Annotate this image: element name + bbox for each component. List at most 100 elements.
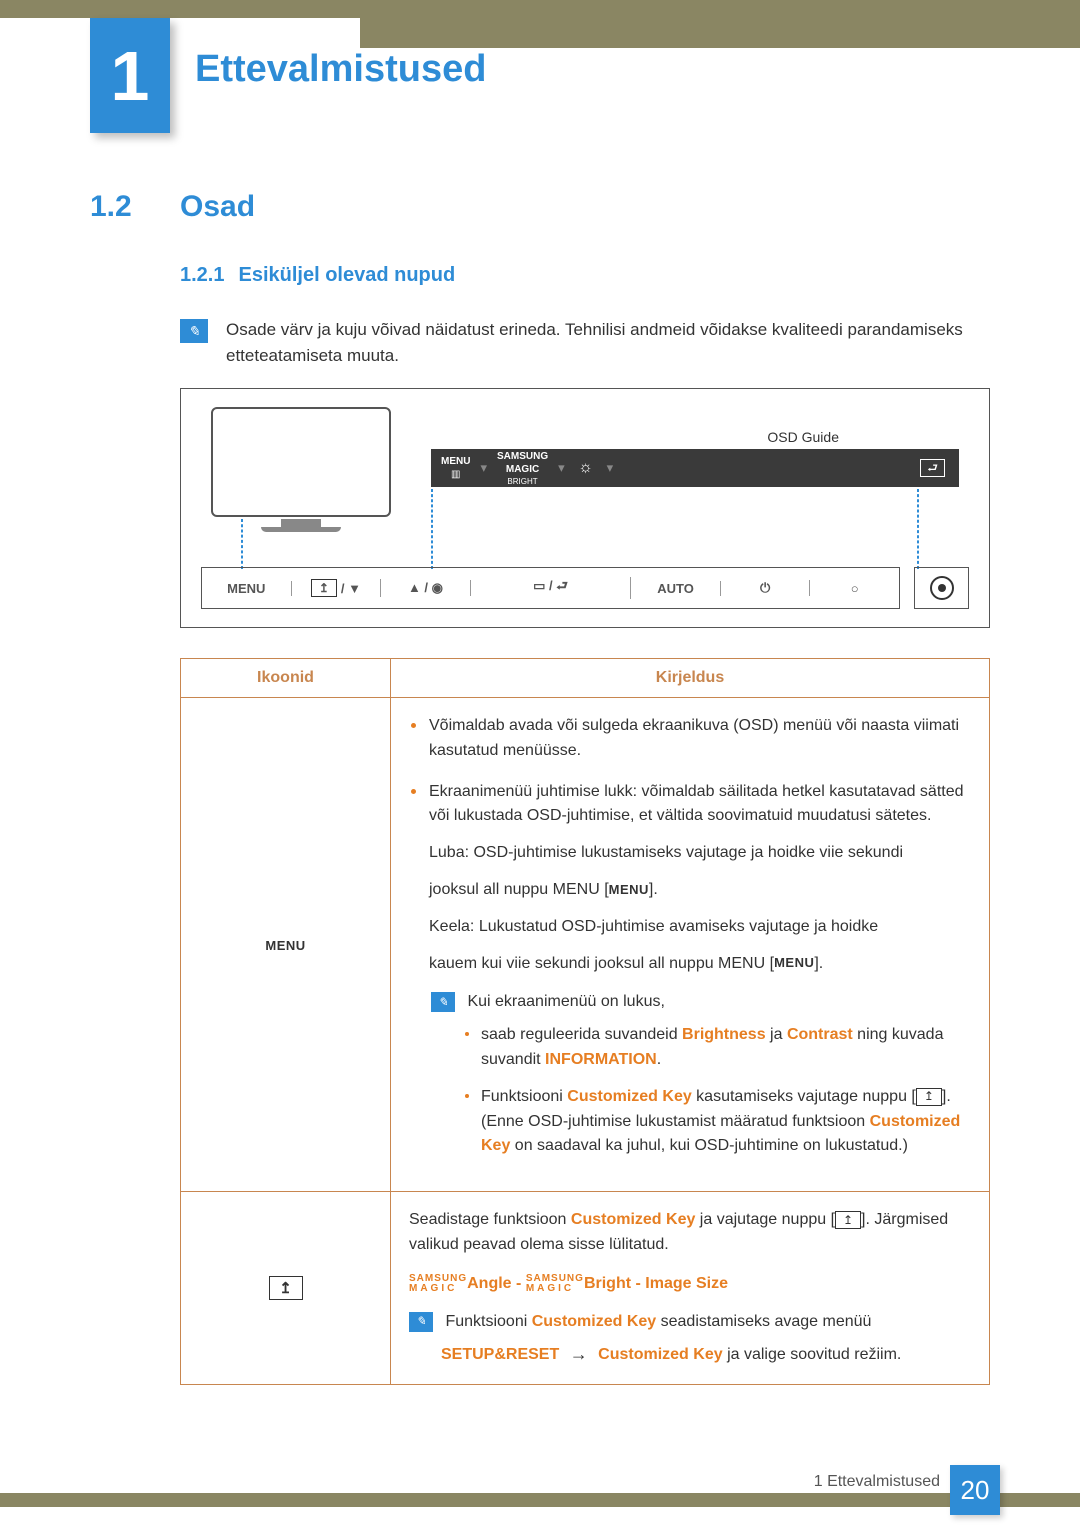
front-panel-figure: OSD Guide MENU ▥ ▾ SAMSUNG MAGIC BRIGHT …: [180, 388, 990, 628]
callout-line-icon: [241, 519, 243, 569]
kw-bright: Bright: [584, 1275, 631, 1292]
callout-line-icon: [917, 489, 919, 569]
kw-customized-key: Customized Key: [532, 1313, 656, 1330]
callout-line-icon: [431, 489, 433, 569]
note-icon: ✎: [409, 1312, 433, 1332]
kw-customized-key: Customized Key: [567, 1088, 691, 1105]
custom-key-icon: ↥: [835, 1211, 861, 1229]
custom-key-icon: ↥: [916, 1088, 942, 1106]
menu-inline-label: MENU: [609, 880, 649, 900]
table-header-icons: Ikoonid: [181, 659, 391, 698]
desc-text: seadistamiseks avage menüü: [656, 1313, 871, 1330]
desc-text: saab reguleerida suvandeid: [481, 1026, 682, 1043]
kw-setup-reset: SETUP&RESET: [441, 1346, 559, 1363]
monitor-base-icon: [261, 527, 341, 532]
desc-text: ].: [649, 881, 658, 898]
note-icon: ✎: [180, 319, 208, 343]
separator: -: [636, 1275, 646, 1292]
kw-customized-key: Customized Key: [571, 1211, 695, 1228]
custom-key-icon: ↥: [311, 579, 337, 597]
disable-line-2: kauem kui viie sekundi jooksul all nuppu…: [429, 952, 971, 977]
kw-brightness: Brightness: [682, 1026, 766, 1043]
enable-line-2: jooksul all nuppu MENU [MENU].: [429, 878, 971, 903]
desc-cell-menu: Võimaldab avada või sulgeda ekraanikuva …: [391, 698, 990, 1192]
desc-text: jooksul all nuppu MENU [: [429, 881, 609, 898]
locked-intro-text: Kui ekraanimenüü on lukus,: [467, 993, 664, 1010]
header: 1 Ettevalmistused: [0, 18, 1080, 138]
icon-cell-menu: MENU: [181, 698, 391, 1192]
table-header-desc: Kirjeldus: [391, 659, 990, 698]
control-strip: MENU ↥ / ▼ ▲ / ◉ ▭ / ⮐ AUTO ⏻ ○: [201, 567, 900, 609]
desc-text: kauem kui viie sekundi jooksul all nuppu…: [429, 955, 774, 972]
desc-text: .: [657, 1051, 661, 1068]
desc-text: ja valige soovitud režiim.: [727, 1346, 901, 1363]
samsung-magic-prefix: SAMSUNG MAGIC: [409, 1274, 467, 1294]
osd-brightness-segment: ☼: [565, 457, 607, 479]
kw-information: INFORMATION: [545, 1051, 657, 1068]
monitor-outline-icon: [211, 407, 391, 517]
kw-customized-key: Customized Key: [598, 1346, 722, 1363]
desc-text: Ekraanimenüü juhtimise lukk: võimaldab s…: [429, 783, 964, 825]
osd-menu-segment: MENU ▥: [431, 456, 480, 480]
control-power: ⏻: [721, 580, 811, 596]
osd-bright-label: BRIGHT: [507, 477, 537, 486]
footer-chapter-label: 1 Ettevalmistused: [814, 1473, 940, 1491]
section-title: Osad: [180, 190, 255, 224]
samsung-magic-prefix: SAMSUNG MAGIC: [526, 1274, 584, 1294]
icon-cell-custom-key: ↥: [181, 1192, 391, 1385]
content-area: 1.2 Osad 1.2.1 Esiküljel olevad nupud ✎ …: [90, 190, 990, 1385]
table-row: MENU Võimaldab avada või sulgeda ekraani…: [181, 698, 990, 1192]
custom-key-icon: ↥: [269, 1276, 303, 1300]
subsection-title: Esiküljel olevad nupud: [238, 264, 455, 287]
section-number: 1.2: [90, 190, 180, 224]
brightness-icon: ☼: [575, 457, 597, 479]
page-number: 20: [950, 1465, 1000, 1515]
osd-samsung-label: SAMSUNG: [497, 451, 548, 462]
control-jog: [914, 567, 969, 609]
top-banner: [0, 0, 1080, 18]
monitor-stand-icon: [281, 519, 321, 527]
desc-text: kasutamiseks vajutage nuppu [: [692, 1088, 916, 1105]
osd-close-segment: ⮐: [920, 456, 959, 480]
desc-text: ].: [814, 955, 823, 972]
control-up-bright: ▲ / ◉: [381, 580, 471, 596]
intro-note-text: Osade värv ja kuju võivad näidatust erin…: [226, 317, 990, 368]
osd-bar: MENU ▥ ▾ SAMSUNG MAGIC BRIGHT ▾ ☼ ▾ ⮐: [431, 449, 959, 487]
desc-bullet: Ekraanimenüü juhtimise lukk: võimaldab s…: [409, 780, 971, 1160]
desc-text: Luba: OSD-juhtimise lukustamiseks vajuta…: [429, 844, 903, 861]
desc-bullet: Võimaldab avada või sulgeda ekraanikuva …: [409, 714, 971, 764]
locked-note: ✎ Kui ekraanimenüü on lukus, saab regule…: [429, 990, 971, 1159]
desc-text: on saadaval ka juhul, kui OSD-juhtimine …: [510, 1137, 908, 1154]
osd-magic-segment: SAMSUNG MAGIC BRIGHT: [487, 451, 558, 486]
table-row: ↥ Seadistage funktsioon Customized Key j…: [181, 1192, 990, 1385]
disable-line: Keela: Lukustatud OSD-juhtimise avamisek…: [429, 915, 971, 940]
osd-guide-label: OSD Guide: [767, 429, 839, 445]
separator: -: [516, 1275, 526, 1292]
osd-magic-label: MAGIC: [506, 464, 539, 475]
control-menu: MENU: [202, 581, 292, 596]
desc-text: Keela: Lukustatud OSD-juhtimise avamisek…: [429, 918, 878, 935]
return-icon: ⮐: [920, 459, 945, 477]
desc-text: Funktsiooni: [445, 1313, 531, 1330]
arrow-icon: →: [564, 1344, 594, 1364]
kw-contrast: Contrast: [787, 1026, 853, 1043]
control-auto: AUTO: [631, 581, 721, 596]
chapter-title: Ettevalmistused: [195, 48, 486, 91]
control-source-enter: ▭ / ⮐: [471, 577, 631, 599]
chapter-number-tab: 1: [90, 18, 170, 133]
menu-grid-icon: ▥: [451, 469, 460, 480]
desc-text: ja: [766, 1026, 787, 1043]
section-heading: 1.2 Osad: [90, 190, 990, 224]
footer-bar: [0, 1493, 1080, 1507]
desc-cell-custom-key: Seadistage funktsioon Customized Key ja …: [391, 1192, 990, 1385]
kw-angle: Angle: [467, 1275, 511, 1292]
control-row: MENU ↥ / ▼ ▲ / ◉ ▭ / ⮐ AUTO ⏻ ○: [201, 567, 969, 609]
intro-note: ✎ Osade värv ja kuju võivad näidatust er…: [180, 317, 990, 368]
buttons-description-table: Ikoonid Kirjeldus MENU Võimaldab avada v…: [180, 658, 990, 1385]
options-line: SAMSUNG MAGIC Angle - SAMSUNG MAGIC Brig…: [409, 1274, 971, 1294]
custom-key-note: ✎ Funktsiooni Customized Key seadistamis…: [409, 1310, 971, 1369]
locked-bullet: saab reguleerida suvandeid Brightness ja…: [463, 1023, 971, 1073]
osd-menu-label: MENU: [441, 456, 470, 467]
kw-image-size: Image Size: [645, 1275, 728, 1292]
enable-line: Luba: OSD-juhtimise lukustamiseks vajuta…: [429, 841, 971, 866]
